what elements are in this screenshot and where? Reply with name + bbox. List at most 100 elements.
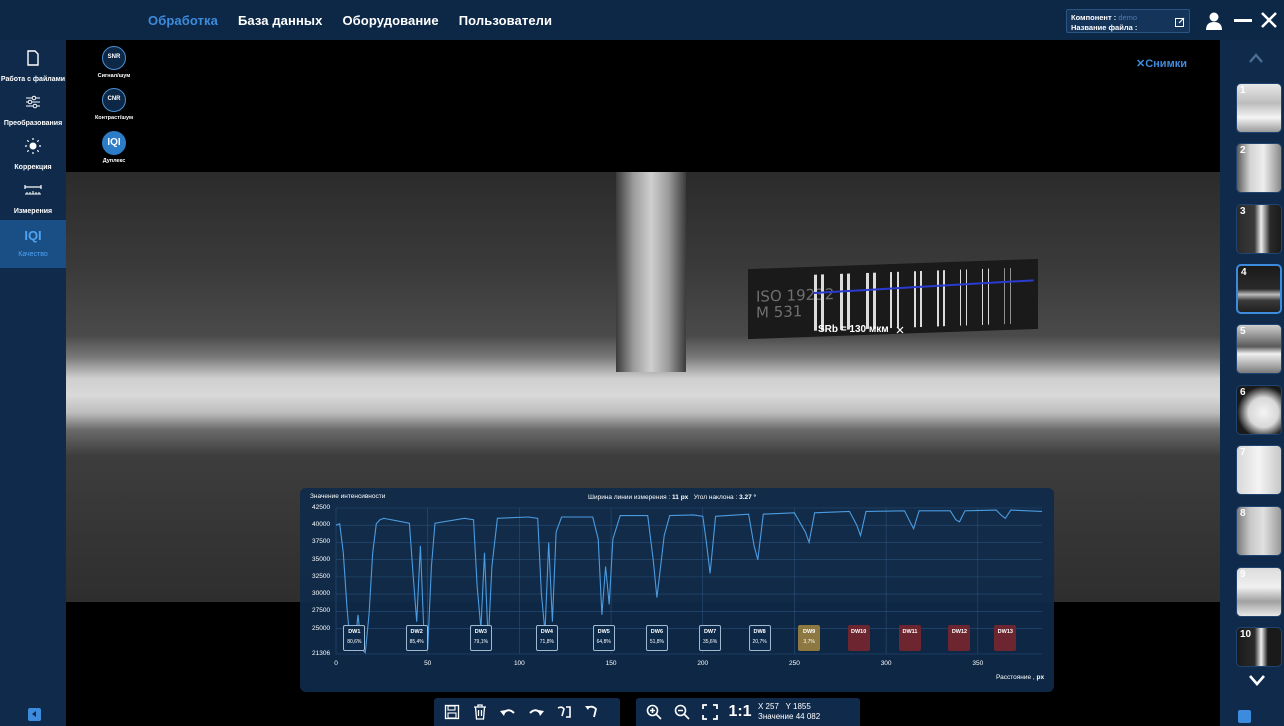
menu-equipment[interactable]: Оборудование [342,13,438,28]
top-bar: Обработка База данных Оборудование Польз… [0,0,1284,40]
scroll-down-icon[interactable] [1249,672,1265,688]
wire-box-dw10[interactable]: DW10 [847,625,870,651]
undo-icon[interactable] [498,702,518,722]
rotate-left-icon[interactable] [554,702,574,722]
wire-name: DW13 [997,629,1013,635]
thumbnail-number: 1 [1240,85,1246,96]
menu-processing[interactable]: Обработка [148,13,218,28]
sidebar-label-measure: Измерения [13,208,53,215]
actual-size-button[interactable]: 1:1 [728,702,752,722]
wire-value: 85,4% [409,639,424,645]
thumbnail[interactable]: 9 [1236,567,1282,617]
wire-box-dw2[interactable]: DW2 85,4% [405,625,428,651]
thumbnail[interactable]: 5 [1236,324,1282,374]
close-icon[interactable] [1260,11,1278,29]
thumbnail[interactable]: 8 [1236,506,1282,556]
iqi-wire [897,271,899,328]
wire-box-dw9[interactable]: DW9 3,7% [798,625,821,651]
iqi-icon: IQI [24,228,42,243]
thumbnail[interactable]: 10 [1236,627,1282,667]
redo-icon[interactable] [526,702,546,722]
snapshots-toggle[interactable]: ✕Снимки [1136,57,1187,70]
wire-box-dw4[interactable]: DW4 71,8% [535,625,558,651]
cnr-icon: CNR [102,88,126,112]
wire-box-dw1[interactable]: DW1 80,6% [343,625,366,651]
y-tick-label: 21306 [312,650,331,657]
thumbnail[interactable]: 1 [1236,83,1282,133]
thumbnail-number: 5 [1240,326,1246,337]
file-icon [27,50,39,66]
wire-box-dw8[interactable]: DW8 20,7% [748,625,771,651]
cursor-readout: X 257 Y 1855 Значение 44 082 [758,702,820,722]
sliders-icon [26,95,40,109]
thumbnail[interactable]: 6 [1236,385,1282,435]
menu-database[interactable]: База данных [238,13,322,28]
wire-name: DW10 [850,629,867,635]
scroll-up-icon[interactable] [1249,52,1263,66]
main-menu: Обработка База данных Оборудование Польз… [148,0,572,40]
thumbnail[interactable]: 3 [1236,204,1282,254]
sidebar-item-correction[interactable]: Коррекция [0,134,66,178]
component-row: Компонент : demo [1071,13,1137,22]
wire-box-dw11[interactable]: DW11 [898,625,921,651]
menu-users[interactable]: Пользователи [459,13,552,28]
wire-box-dw7[interactable]: DW7 35,6% [699,625,722,651]
user-icon[interactable] [1206,12,1222,30]
rotate-right-icon[interactable] [582,702,602,722]
wire-name: DW5 [597,629,610,635]
sidebar-item-files[interactable]: Работа с файлами [0,46,66,90]
cursor-x: X 257 [758,702,779,711]
wire-box-dw5[interactable]: DW5 64,8% [592,625,615,651]
minimize-icon[interactable] [1234,19,1252,22]
sidebar-item-measure[interactable]: Измерения [0,178,66,222]
component-label: Компонент : [1071,13,1117,22]
trash-icon[interactable] [470,702,490,722]
thumbnail[interactable]: 2 [1236,143,1282,193]
wire-box-dw12[interactable]: DW12 [948,625,971,651]
wire-box-dw6[interactable]: DW6 51,8% [645,625,668,651]
view-toolbar: 1:1 X 257 Y 1855 Значение 44 082 [636,698,860,726]
tool-iqi[interactable]: IQI Дуплекс [98,131,130,164]
x-tick-label: 250 [789,660,800,667]
iqi-wire [937,270,939,327]
weld-post [616,172,686,372]
pixel-value: Значение 44 082 [758,712,821,721]
thumbnail-number: 8 [1240,508,1246,519]
x-tick-label: 50 [424,660,432,667]
fit-screen-icon[interactable] [700,702,720,722]
wire-value: 80,6% [347,639,362,645]
iqi-wire [821,274,824,331]
wire-name: DW7 [703,629,717,635]
tool-cnr-label: Контраст/шум [94,115,134,121]
thumbnail-number: 4 [1241,267,1247,278]
sidebar-item-transform[interactable]: Преобразования [0,90,66,134]
close-measure-icon[interactable] [896,326,904,334]
wire-box-dw3[interactable]: DW3 79,1% [469,625,492,651]
zoom-in-icon[interactable] [644,702,664,722]
sidebar-collapse-button[interactable] [28,708,41,721]
iqi-wire [914,271,916,328]
zoom-out-icon[interactable] [672,702,692,722]
srb-measure-label: SRb = 130 мкм [818,324,889,335]
save-icon[interactable] [442,702,462,722]
x-label-unit: px [1036,674,1045,681]
wire-box-dw13[interactable]: DW13 [994,625,1017,651]
thumbnail-collapse-button[interactable] [1238,710,1251,723]
wire-name: DW3 [474,629,487,635]
iqi-wire [1010,267,1011,324]
thumbnail-number: 6 [1240,387,1246,398]
tool-cnr[interactable]: CNR Контраст/шум [95,88,133,121]
x-tick-label: 300 [880,660,892,667]
thumbnail-active[interactable]: 4 [1236,264,1282,314]
iqi-wire [866,272,869,329]
tool-snr[interactable]: SNR Сигнал/шум [98,46,130,79]
iqi-wire [1004,268,1005,325]
iqi-wire [840,273,843,330]
sidebar-label-files: Работа с файлами [0,76,66,83]
thumbnail-number: 10 [1240,629,1252,640]
thumbnail[interactable]: 7 [1236,445,1282,495]
y-tick-label: 25000 [312,624,331,632]
sidebar-item-quality[interactable]: IQI Качество [0,220,66,268]
iqi-wire [943,270,945,327]
edit-icon[interactable] [1175,17,1185,27]
